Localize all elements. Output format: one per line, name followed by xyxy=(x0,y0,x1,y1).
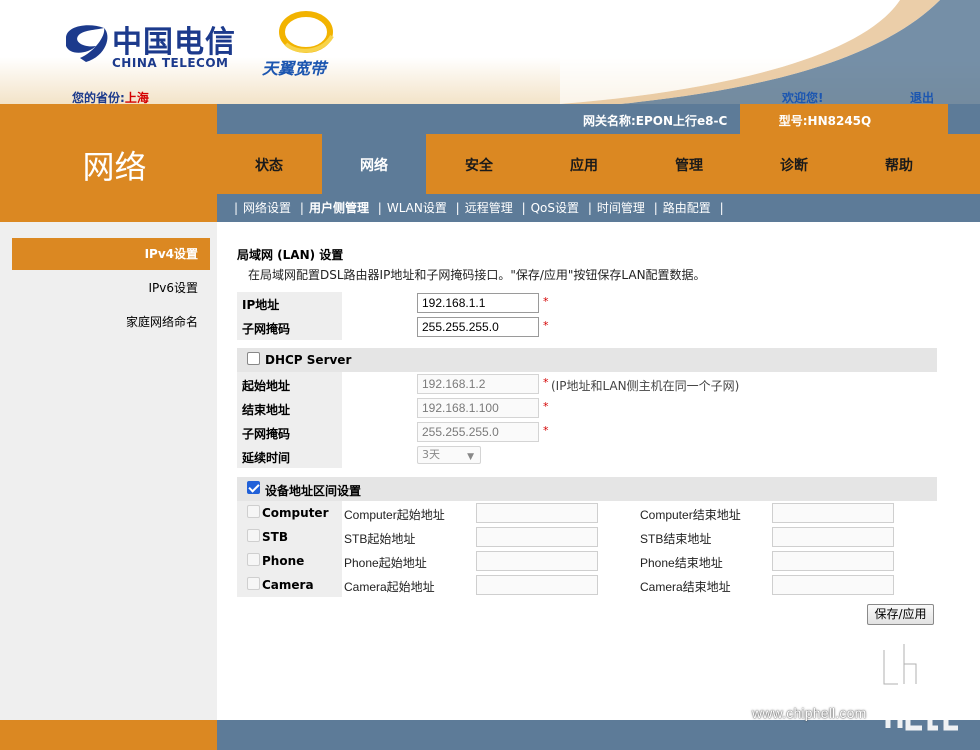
brand-cn-text: 中国电信 xyxy=(112,25,236,60)
watermark-text: www.chiphell.com xyxy=(752,705,867,721)
province-label: 您的省份: xyxy=(72,91,125,104)
tianyi-brand-text: 天翼宽带 xyxy=(262,59,327,78)
tianyi-logo-icon xyxy=(279,11,334,53)
dhcp-server-checkbox[interactable] xyxy=(247,352,260,365)
lease-time-select[interactable]: 3天 ▼ xyxy=(417,446,481,464)
province-value: 上海 xyxy=(124,91,149,104)
stb-start-input[interactable] xyxy=(476,527,598,547)
dhcp-server-label: DHCP Server xyxy=(265,353,352,367)
required-mark: * xyxy=(543,295,549,308)
phone-end-input[interactable] xyxy=(772,551,894,571)
ip-address-input[interactable]: 192.168.1.1 xyxy=(417,293,539,313)
lan-settings-title: 局域网 (LAN) 设置 xyxy=(237,248,344,262)
save-apply-button[interactable]: 保存/应用 xyxy=(867,604,934,625)
left-stripe-lower xyxy=(0,222,12,720)
subnav-user-side-management[interactable]: 用户侧管理 xyxy=(309,201,369,215)
ip-address-label: IP地址 xyxy=(242,298,280,312)
tab-network[interactable]: 网络 xyxy=(322,134,426,194)
subnet-mask-input[interactable]: 255.255.255.0 xyxy=(417,317,539,337)
camera-end-label: Camera结束地址 xyxy=(640,580,731,594)
required-mark: * xyxy=(543,376,549,389)
dhcp-mask-label: 子网掩码 xyxy=(242,427,291,441)
phone-checkbox[interactable] xyxy=(247,553,260,566)
computer-label: Computer xyxy=(262,506,329,520)
computer-start-label: Computer起始地址 xyxy=(344,508,445,522)
sidebar-item-home-network-naming[interactable]: 家庭网络命名 xyxy=(12,306,210,338)
dhcp-mask-input[interactable]: 255.255.255.0 xyxy=(417,422,539,442)
section-title: 网络 xyxy=(82,148,147,186)
main-content: 局域网 (LAN) 设置 在局域网配置DSL路由器IP地址和子网掩码接口。"保存… xyxy=(217,222,980,720)
stb-end-label: STB结束地址 xyxy=(640,532,712,546)
camera-start-label: Camera起始地址 xyxy=(344,580,435,594)
required-mark: * xyxy=(543,319,549,332)
tab-application[interactable]: 应用 xyxy=(532,134,636,194)
footer-left-bar xyxy=(0,720,217,750)
dhcp-start-hint: (IP地址和LAN侧主机在同一个子网) xyxy=(551,379,740,393)
phone-start-label: Phone起始地址 xyxy=(344,556,427,570)
welcome-text: 欢迎您! xyxy=(782,91,824,104)
model-label: 型号:HN8245Q xyxy=(778,114,872,128)
computer-start-input[interactable] xyxy=(476,503,598,523)
stb-checkbox[interactable] xyxy=(247,529,260,542)
required-mark: * xyxy=(543,400,549,413)
stb-start-label: STB起始地址 xyxy=(344,532,416,546)
camera-label: Camera xyxy=(262,578,314,592)
phone-end-label: Phone结束地址 xyxy=(640,556,723,570)
stb-end-input[interactable] xyxy=(772,527,894,547)
main-tab-bar: 状态 网络 安全 应用 管理 诊断 帮助 xyxy=(217,134,980,194)
lan-settings-description: 在局域网配置DSL路由器IP地址和子网掩码接口。"保存/应用"按钮保存LAN配置… xyxy=(248,268,706,282)
chiphell-watermark-logo-icon xyxy=(881,644,958,731)
province-indicator: 您的省份:上海 xyxy=(72,89,149,104)
dhcp-start-label: 起始地址 xyxy=(242,379,291,393)
camera-start-input[interactable] xyxy=(476,575,598,595)
tab-diagnosis[interactable]: 诊断 xyxy=(742,134,846,194)
subnav-route-config[interactable]: 路由配置 xyxy=(663,201,711,215)
sidebar: IPv4设置 IPv6设置 家庭网络命名 xyxy=(12,222,217,720)
tab-security[interactable]: 安全 xyxy=(427,134,531,194)
tab-help[interactable]: 帮助 xyxy=(847,134,951,194)
computer-end-input[interactable] xyxy=(772,503,894,523)
stb-label: STB xyxy=(262,530,288,544)
computer-checkbox[interactable] xyxy=(247,505,260,518)
subnet-mask-label: 子网掩码 xyxy=(242,322,291,336)
required-mark: * xyxy=(543,424,549,437)
phone-label: Phone xyxy=(262,554,305,568)
model-box: 型号:HN8245Q xyxy=(740,104,948,134)
computer-end-label: Computer结束地址 xyxy=(640,508,741,522)
gateway-name: 网关名称:EPON上行e8-C xyxy=(583,114,728,128)
header-banner: 中国电信 CHINA TELECOM 天翼宽带 您的省份:上海 欢迎您! 退出 xyxy=(0,0,980,104)
device-range-label: 设备地址区间设置 xyxy=(265,484,362,498)
subnav-time-management[interactable]: 时间管理 xyxy=(597,201,645,215)
dhcp-start-input[interactable]: 192.168.1.2 xyxy=(417,374,539,394)
subnav-network-settings[interactable]: 网络设置 xyxy=(243,201,291,215)
camera-checkbox[interactable] xyxy=(247,577,260,590)
dhcp-end-label: 结束地址 xyxy=(242,403,291,417)
sidebar-item-ipv4[interactable]: IPv4设置 xyxy=(12,238,210,270)
subnav-remote-management[interactable]: 远程管理 xyxy=(465,201,513,215)
brand-en-text: CHINA TELECOM xyxy=(112,56,229,70)
subnav-qos-settings[interactable]: QoS设置 xyxy=(531,201,579,215)
sub-navigation: | 网络设置 | 用户侧管理 | WLAN设置 | 远程管理 | QoS设置 | 时间管理 … xyxy=(217,194,980,222)
chevron-down-icon: ▼ xyxy=(467,452,474,462)
dhcp-end-input[interactable]: 192.168.1.100 xyxy=(417,398,539,418)
sidebar-item-ipv6[interactable]: IPv6设置 xyxy=(12,272,210,304)
phone-start-input[interactable] xyxy=(476,551,598,571)
lease-time-label: 延续时间 xyxy=(242,451,291,465)
tab-status[interactable]: 状态 xyxy=(217,134,321,194)
tab-management[interactable]: 管理 xyxy=(637,134,741,194)
camera-end-input[interactable] xyxy=(772,575,894,595)
footer-right-bar xyxy=(217,720,980,750)
subnav-wlan-settings[interactable]: WLAN设置 xyxy=(387,201,447,215)
logout-link[interactable]: 退出 xyxy=(910,89,934,104)
device-range-checkbox[interactable] xyxy=(247,481,260,494)
lease-time-value: 3天 xyxy=(422,448,440,461)
section-block: 网络 xyxy=(12,104,217,222)
